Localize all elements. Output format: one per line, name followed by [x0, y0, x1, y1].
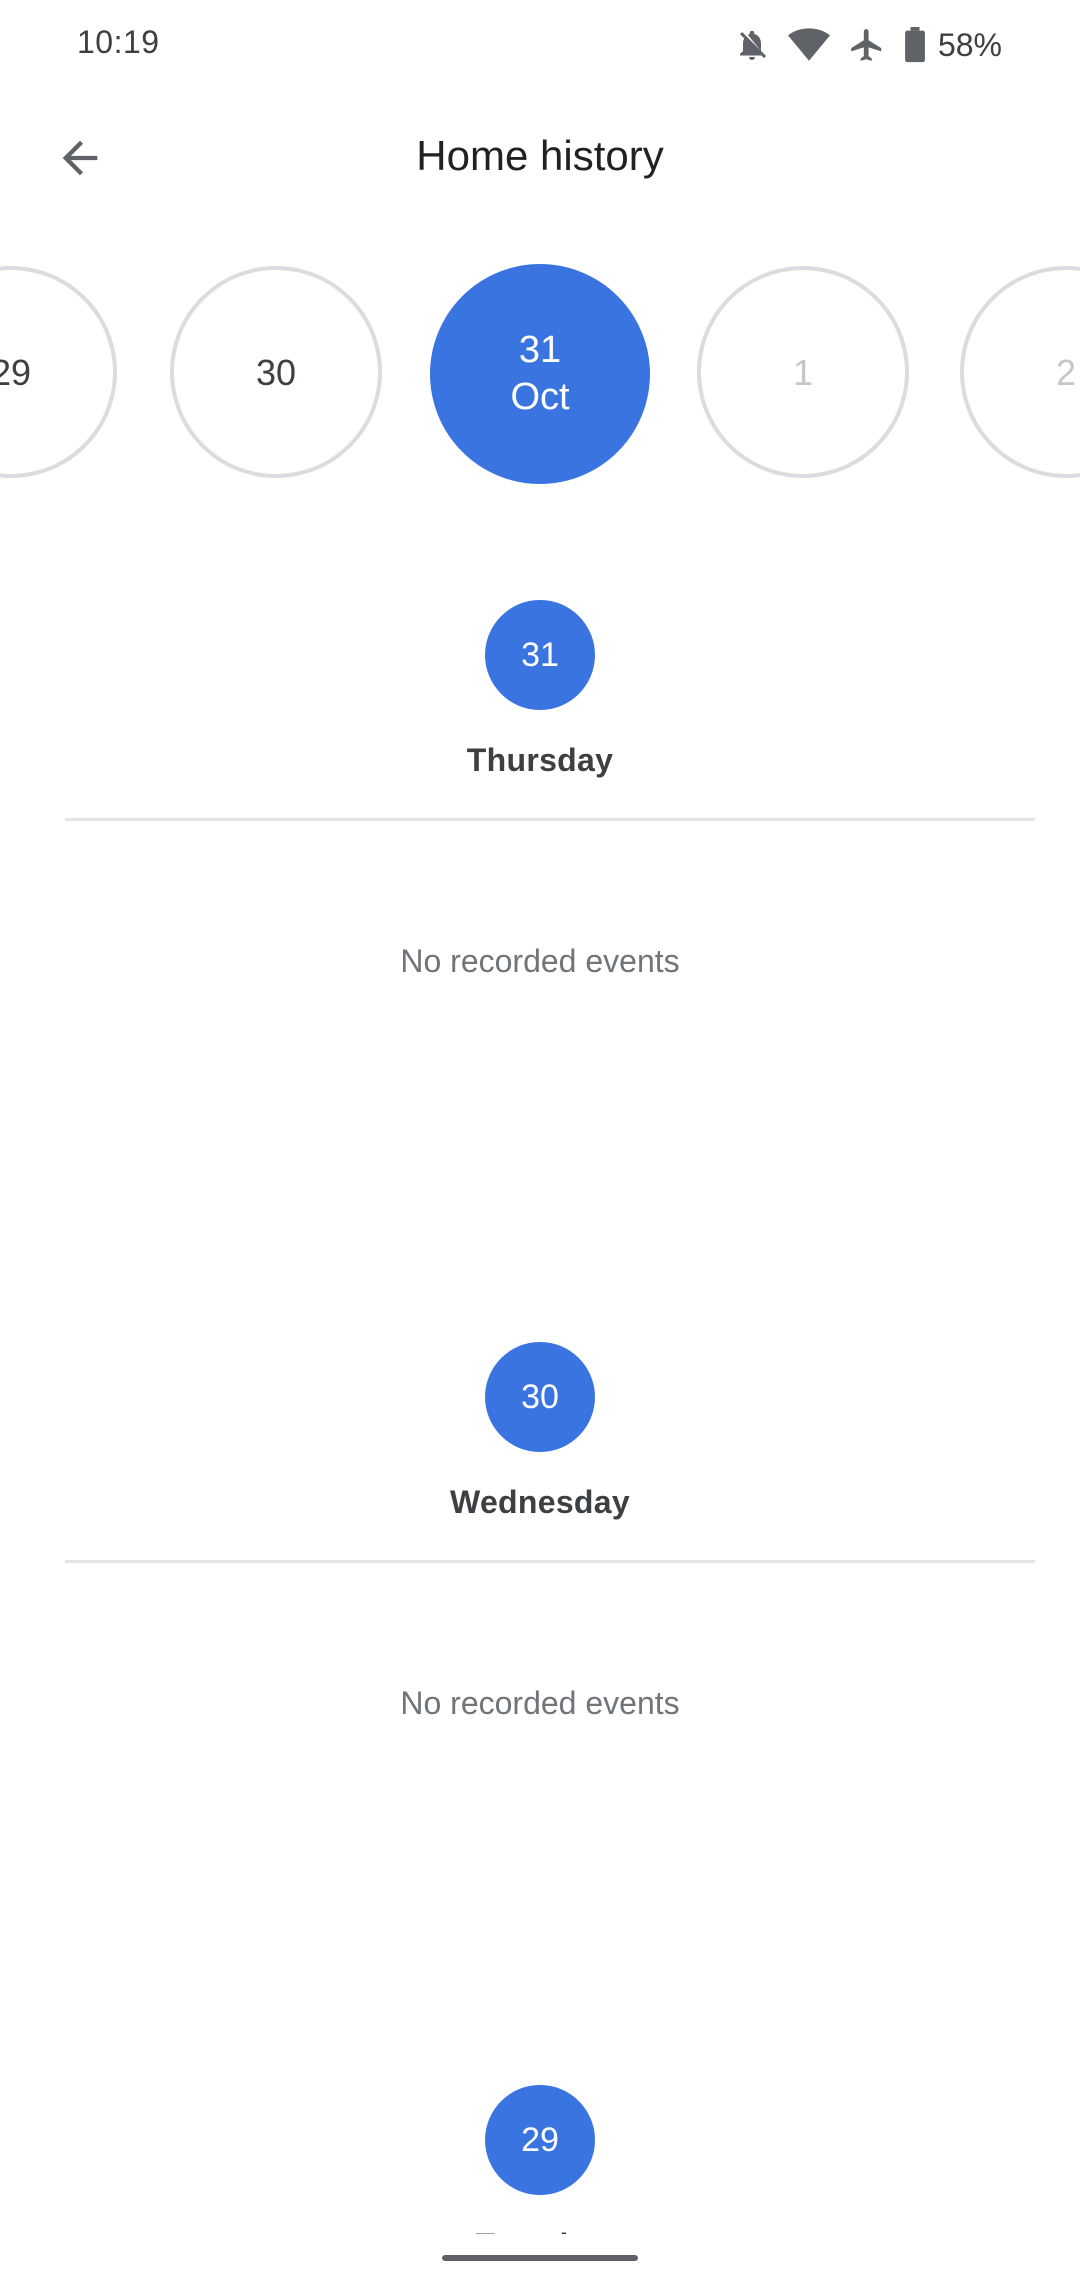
date-chip-1[interactable]: 1 — [697, 266, 909, 478]
status-icons: 58% — [734, 20, 1002, 70]
no-events-message: No recorded events — [400, 943, 680, 979]
date-carousel[interactable]: 29 30 31 Oct 1 2 — [0, 260, 1080, 490]
wifi-icon — [787, 27, 830, 63]
airplane-mode-icon — [848, 26, 886, 64]
date-chip-31-selected[interactable]: 31 Oct — [430, 264, 650, 484]
notifications-off-icon — [734, 27, 770, 63]
battery-percent: 58% — [937, 26, 1002, 63]
divider — [65, 818, 1035, 821]
status-bar: 10:19 58% — [0, 0, 1080, 90]
day-badge: 29 — [485, 2085, 595, 2195]
date-chip-30[interactable]: 30 — [170, 266, 382, 478]
date-chip-day: 31 — [518, 328, 562, 371]
battery-icon — [904, 27, 926, 63]
date-chip-day: 2 — [1055, 351, 1077, 393]
date-chip-month: Oct — [510, 376, 570, 418]
date-chip-29[interactable]: 29 — [0, 266, 117, 478]
day-badge: 30 — [485, 1342, 595, 1452]
app-bar: Home history — [0, 100, 1080, 220]
date-chip-day: 30 — [255, 351, 297, 393]
divider — [65, 1560, 1035, 1563]
date-chip-day: 1 — [792, 351, 814, 393]
day-weekday: Wednesday — [450, 1484, 630, 1520]
date-chip-day: 29 — [0, 351, 32, 393]
day-badge: 31 — [485, 600, 595, 710]
gesture-nav-handle[interactable] — [442, 2255, 638, 2261]
status-time: 10:19 — [77, 24, 160, 60]
date-chip-2[interactable]: 2 — [960, 266, 1080, 478]
day-section-30: 30 Wednesday No recorded events — [0, 1342, 1080, 1802]
day-section-31: 31 Thursday No recorded events — [0, 600, 1080, 1060]
day-section-29: 29 Tuesday — [0, 2085, 1080, 2263]
page-title: Home history — [416, 132, 664, 179]
day-weekday: Thursday — [466, 742, 614, 778]
no-events-message: No recorded events — [400, 1685, 680, 1721]
